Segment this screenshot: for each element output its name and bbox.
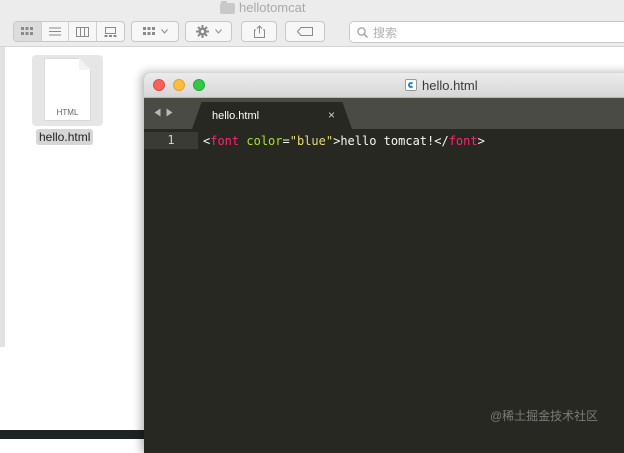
sublime-window: hello.html hello.html × 1 <font color="b… — [144, 73, 624, 453]
editor-title-text: hello.html — [422, 77, 478, 93]
line-number: 1 — [144, 132, 198, 149]
gallery-view-icon — [104, 26, 117, 37]
close-window-button[interactable] — [153, 79, 165, 91]
tag-group — [285, 21, 325, 42]
search-field[interactable]: 搜索 — [349, 21, 624, 43]
folder-icon — [220, 0, 235, 14]
code-line-1: 1 <font color="blue">hello tomcat!</font… — [144, 132, 624, 149]
tab-bar: hello.html × — [144, 98, 624, 129]
gallery-view-button[interactable] — [97, 22, 124, 41]
code-end-tag-name: font — [448, 133, 478, 148]
desktop-edge — [0, 430, 144, 439]
list-view-icon — [48, 27, 61, 36]
tag-button[interactable] — [286, 22, 324, 41]
code-attribute: color — [246, 133, 283, 148]
tab-label: hello.html — [212, 110, 260, 122]
share-button[interactable] — [242, 22, 276, 41]
share-icon — [253, 25, 265, 38]
gear-icon — [195, 25, 209, 38]
group-by-button[interactable] — [132, 22, 178, 41]
code-content-text: hello tomcat! — [340, 133, 435, 148]
group-by-dropdown[interactable] — [131, 21, 179, 42]
code-equals: = — [282, 133, 290, 148]
action-dropdown[interactable] — [185, 21, 232, 42]
zoom-window-button[interactable] — [193, 79, 205, 91]
file-type-label: HTML — [56, 108, 79, 117]
code-tag-name: font — [210, 133, 240, 148]
action-button[interactable] — [186, 22, 231, 41]
watermark: @稀土掘金技术社区 — [490, 409, 599, 423]
tab-close-button[interactable]: × — [328, 108, 335, 122]
tab-hello-html[interactable]: hello.html × — [192, 102, 352, 129]
file-name-label[interactable]: hello.html — [36, 129, 94, 145]
search-icon — [357, 26, 368, 38]
html-file-icon: HTML — [32, 55, 103, 126]
sidebar-scrollbar[interactable] — [0, 47, 5, 347]
code-string: "blue" — [289, 133, 334, 148]
code-text[interactable]: <font color="blue">hello tomcat!</font> — [198, 134, 485, 148]
finder-title-text: hellotomcat — [239, 0, 306, 15]
finder-titlebar: hellotomcat 搜索 — [0, 0, 624, 47]
arrow-left-icon[interactable] — [154, 108, 161, 117]
minimize-window-button[interactable] — [173, 79, 185, 91]
icon-view-icon — [21, 27, 34, 35]
search-placeholder: 搜索 — [373, 25, 398, 40]
page-fold-icon — [79, 58, 91, 70]
document-icon: HTML — [44, 58, 91, 121]
code-editor[interactable]: 1 <font color="blue">hello tomcat!</font… — [144, 129, 624, 453]
editor-titlebar: hello.html — [144, 73, 624, 98]
sublime-app-icon — [405, 79, 417, 91]
code-end-open-bracket: </ — [434, 133, 449, 148]
code-end-close-bracket: > — [477, 133, 485, 148]
finder-title: hellotomcat — [220, 0, 305, 16]
chevron-down-icon — [160, 29, 168, 34]
tag-icon — [297, 27, 313, 36]
chevron-down-icon — [214, 29, 222, 34]
list-view-button[interactable] — [42, 22, 69, 41]
group-icon — [142, 27, 155, 35]
icon-view-button[interactable] — [14, 22, 42, 41]
share-group — [241, 21, 277, 42]
tab-nav-arrows — [154, 108, 173, 117]
column-view-button[interactable] — [69, 22, 97, 41]
arrow-right-icon[interactable] — [166, 108, 173, 117]
column-view-icon — [75, 26, 89, 37]
editor-title: hello.html — [405, 73, 478, 97]
view-switcher — [13, 21, 125, 42]
